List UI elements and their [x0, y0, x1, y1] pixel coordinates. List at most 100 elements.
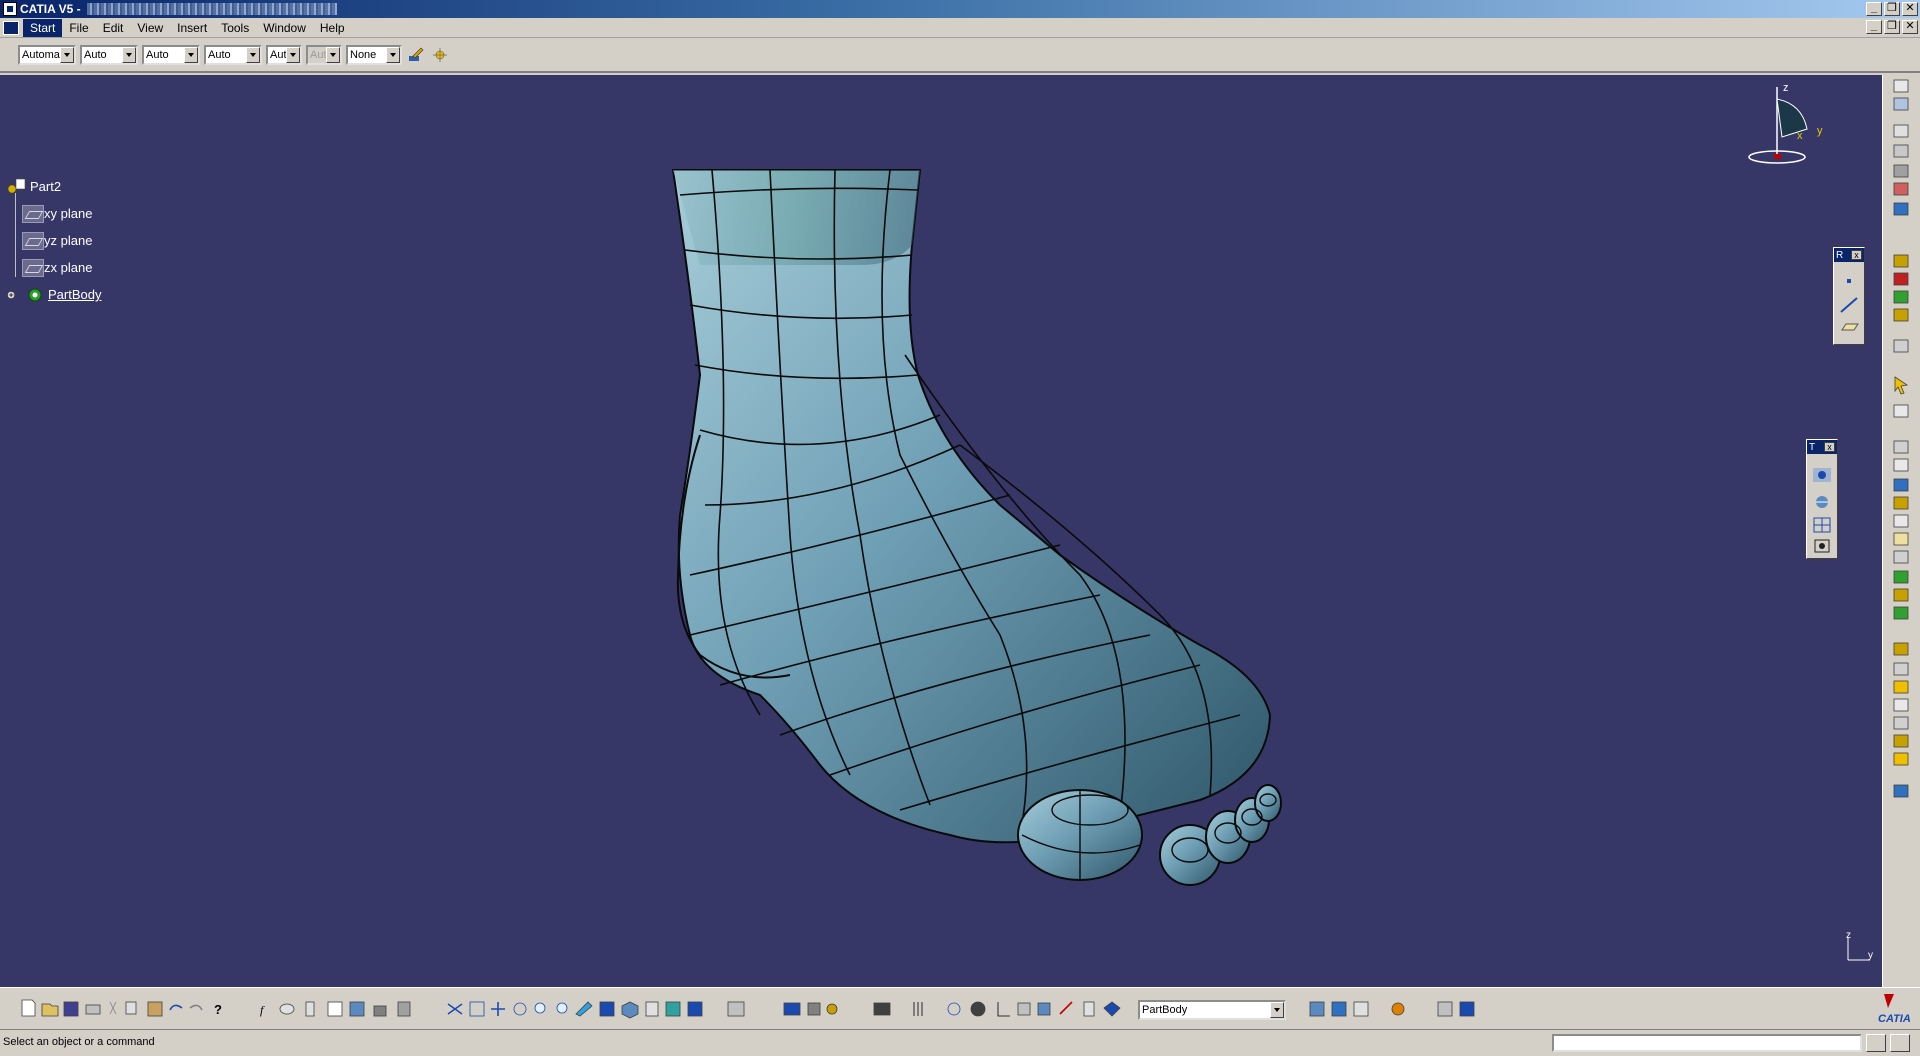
layer-filter-icon[interactable]	[783, 1002, 801, 1015]
define-in-work-object-icon[interactable]	[1103, 1001, 1121, 1017]
multi-view-icon[interactable]	[599, 1001, 615, 1016]
multi-section-icon[interactable]	[1893, 202, 1909, 216]
chevron-down-icon[interactable]	[1270, 1002, 1284, 1018]
menu-view[interactable]: View	[130, 19, 170, 37]
cameras-icon[interactable]	[873, 1002, 891, 1015]
dimension-icon[interactable]	[913, 1001, 923, 1016]
whats-this-icon[interactable]: ?	[214, 1002, 222, 1017]
menu-edit[interactable]: Edit	[96, 19, 131, 37]
axis-icon[interactable]	[997, 1001, 1010, 1016]
tools-toolbar[interactable]: Tx	[1806, 439, 1838, 559]
rotate-icon[interactable]	[513, 1002, 527, 1015]
flag-note-icon[interactable]	[1309, 1001, 1325, 1017]
menu-help[interactable]: Help	[313, 19, 352, 37]
grab-icon[interactable]	[970, 1001, 986, 1016]
chevron-down-icon[interactable]	[60, 47, 74, 63]
publish-icon[interactable]	[1893, 716, 1909, 730]
rib-icon[interactable]	[1893, 144, 1909, 158]
slot-icon[interactable]	[1893, 164, 1909, 178]
tree-node-xy-plane[interactable]: xy plane	[6, 200, 101, 227]
sew-surface-icon[interactable]	[1893, 532, 1909, 546]
zoom-out-icon[interactable]	[556, 1002, 568, 1013]
open-icon[interactable]	[41, 1003, 59, 1016]
line-icon[interactable]	[1840, 297, 1858, 313]
apply-icon[interactable]	[1437, 1001, 1453, 1017]
point-icon[interactable]	[1847, 279, 1851, 283]
boolean-remove-icon[interactable]	[1893, 588, 1909, 602]
status-button-1[interactable]	[1866, 1034, 1886, 1052]
fill-color-combo[interactable]: Automa	[18, 45, 76, 65]
fit-all-icon[interactable]	[469, 1001, 485, 1016]
fillet-icon[interactable]	[1893, 254, 1909, 268]
render-icon[interactable]	[1353, 1001, 1369, 1017]
formula-icon[interactable]: f	[260, 1003, 265, 1017]
chevron-down-icon[interactable]	[184, 47, 198, 63]
intersect-icon[interactable]	[1893, 606, 1909, 620]
apply-material-icon[interactable]	[1893, 784, 1909, 798]
menu-start[interactable]: Start	[23, 18, 63, 37]
new-icon[interactable]	[21, 999, 36, 1016]
point-type-combo[interactable]: Aut	[266, 45, 302, 65]
table-icon[interactable]	[327, 1001, 343, 1016]
remove-lump-icon[interactable]	[1893, 662, 1909, 676]
remove-face-icon[interactable]	[1893, 550, 1909, 564]
doc-close-button[interactable]: ✕	[1902, 20, 1918, 34]
update-icon[interactable]	[1813, 468, 1831, 482]
tree-label-partbody[interactable]: PartBody	[48, 287, 101, 302]
constraint-display-icon[interactable]	[1037, 1002, 1051, 1015]
photo-icon[interactable]	[1331, 1001, 1347, 1017]
save-icon[interactable]	[63, 1001, 79, 1016]
chevron-down-icon[interactable]	[122, 47, 136, 63]
graphic-properties-icon[interactable]	[430, 45, 450, 65]
select-arrow-icon[interactable]	[1894, 376, 1909, 395]
document-menu-icon[interactable]	[3, 20, 19, 35]
snap-icon[interactable]	[1814, 539, 1830, 553]
line-thickness-combo[interactable]: Auto	[142, 45, 200, 65]
toolbar-titlebar[interactable]: Rx	[1834, 248, 1864, 262]
close-button[interactable]: ✕	[1902, 2, 1918, 16]
undo-icon[interactable]	[169, 1004, 183, 1010]
menu-insert[interactable]: Insert	[170, 19, 214, 37]
tree-node-partbody[interactable]: PartBody	[6, 281, 101, 308]
compass[interactable]: z y x	[1742, 79, 1832, 169]
grid-icon[interactable]	[1813, 517, 1831, 533]
pad-icon[interactable]	[1893, 97, 1909, 111]
zoom-in-icon[interactable]	[534, 1002, 546, 1013]
hole-icon[interactable]	[1893, 124, 1909, 138]
material-icon[interactable]	[1391, 1002, 1405, 1016]
draft-icon[interactable]	[1893, 290, 1909, 304]
lock-icon[interactable]	[373, 1005, 387, 1016]
view-mode-icon[interactable]	[645, 1001, 659, 1016]
tree-expand-icon[interactable]	[807, 1002, 821, 1015]
scaling-icon[interactable]	[1893, 458, 1909, 472]
3d-viewport[interactable]: Part2 xy plane yz plane zx plane PartBod…	[0, 75, 1882, 987]
doc-restore-button[interactable]: ❐	[1884, 20, 1900, 34]
toolbar-titlebar[interactable]: Tx	[1807, 440, 1837, 454]
boolean-add-icon[interactable]	[1893, 570, 1909, 584]
line-type-combo[interactable]: Auto	[204, 45, 262, 65]
macro-icon[interactable]	[397, 1001, 411, 1016]
power-input-field[interactable]	[1552, 1034, 1862, 1052]
thick-surface-icon[interactable]	[1893, 496, 1909, 510]
chevron-down-icon[interactable]	[386, 47, 400, 63]
current-body-combo[interactable]: PartBody	[1138, 1000, 1286, 1020]
plane-tool-icon[interactable]	[1841, 323, 1859, 331]
restore-button[interactable]: ❐	[1884, 2, 1900, 16]
close-surface-icon[interactable]	[1893, 514, 1909, 528]
chevron-down-icon[interactable]	[286, 47, 300, 63]
foot-model[interactable]	[0, 75, 1882, 987]
layer-combo[interactable]: None	[346, 45, 402, 65]
shell-icon[interactable]	[1893, 308, 1909, 322]
stiffener-icon[interactable]	[1893, 182, 1909, 196]
tree-label-part[interactable]: Part2	[30, 179, 61, 194]
menu-file[interactable]: File	[62, 19, 95, 37]
knowledge-icon[interactable]	[305, 1001, 315, 1016]
constraint-icon[interactable]	[1893, 734, 1909, 748]
doc-minimize-button[interactable]: _	[1866, 20, 1882, 34]
analysis-icon[interactable]	[1893, 698, 1909, 712]
shading-icon[interactable]	[665, 1001, 681, 1016]
transparency-combo[interactable]: Auto	[80, 45, 138, 65]
redo-icon[interactable]	[189, 1004, 203, 1010]
chevron-down-icon[interactable]	[246, 47, 260, 63]
catalog-icon[interactable]	[349, 1001, 365, 1016]
